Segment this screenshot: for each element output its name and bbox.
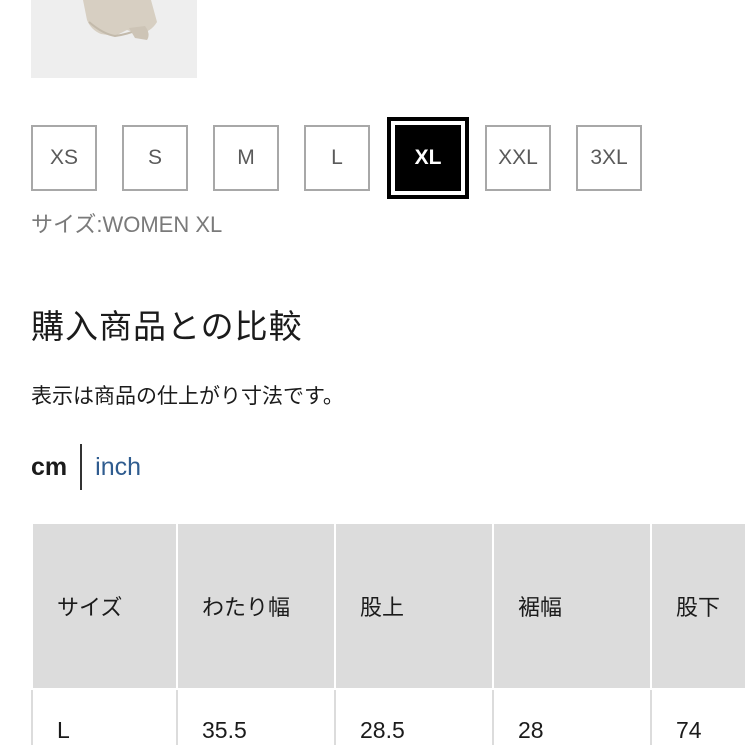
table-cell: 28 [492,688,652,745]
table-cell: 35.5 [176,688,336,745]
table-cell: 74 [650,688,745,745]
table-header-cell: サイズ [31,522,178,690]
product-thumbnail[interactable] [31,0,197,78]
size-chip-label: S [147,146,162,169]
size-chip-label: XS [49,146,78,169]
table-cell: L [31,688,178,745]
measurement-note: 表示は商品の仕上がり寸法です。 [31,384,344,408]
table-header-cell: 股上 [334,522,494,690]
size-chip-label: 3XL [590,146,628,169]
unit-cm-option[interactable]: cm [31,453,80,482]
unit-toggle: cm inch [31,444,141,490]
unit-inch-link[interactable]: inch [82,453,141,482]
size-chip-xl-selected[interactable]: XL [387,117,469,199]
size-chip-xxl[interactable]: XXL [485,125,551,191]
size-chip-s[interactable]: S [122,125,188,191]
pants-image-icon [31,0,197,78]
size-chip-3xl[interactable]: 3XL [576,125,642,191]
size-chip-label: XXL [498,146,538,169]
size-chip-xs[interactable]: XS [31,125,97,191]
size-chip-label: XL [395,125,461,191]
table-cell: 28.5 [334,688,494,745]
table-header-cell: 裾幅 [492,522,652,690]
size-chip-m[interactable]: M [213,125,279,191]
table-header-cell: 股下 [650,522,745,690]
size-chip-label: M [237,146,255,169]
table-row: L 35.5 28.5 28 74 [31,688,745,745]
size-chip-l[interactable]: L [304,125,370,191]
table-header-cell: わたり幅 [176,522,336,690]
size-comparison-page: XS S M L XL XXL 3XL サイズ:WOMEN XL 購入商品との比… [0,0,745,745]
comparison-title: 購入商品との比較 [31,307,303,346]
table-header-row: サイズ わたり幅 股上 裾幅 股下 [31,522,745,690]
size-chip-label: L [331,146,343,169]
size-comparison-table: サイズ わたり幅 股上 裾幅 股下 L 35.5 28.5 28 74 [31,522,745,745]
selected-size-caption: サイズ:WOMEN XL [31,212,223,237]
